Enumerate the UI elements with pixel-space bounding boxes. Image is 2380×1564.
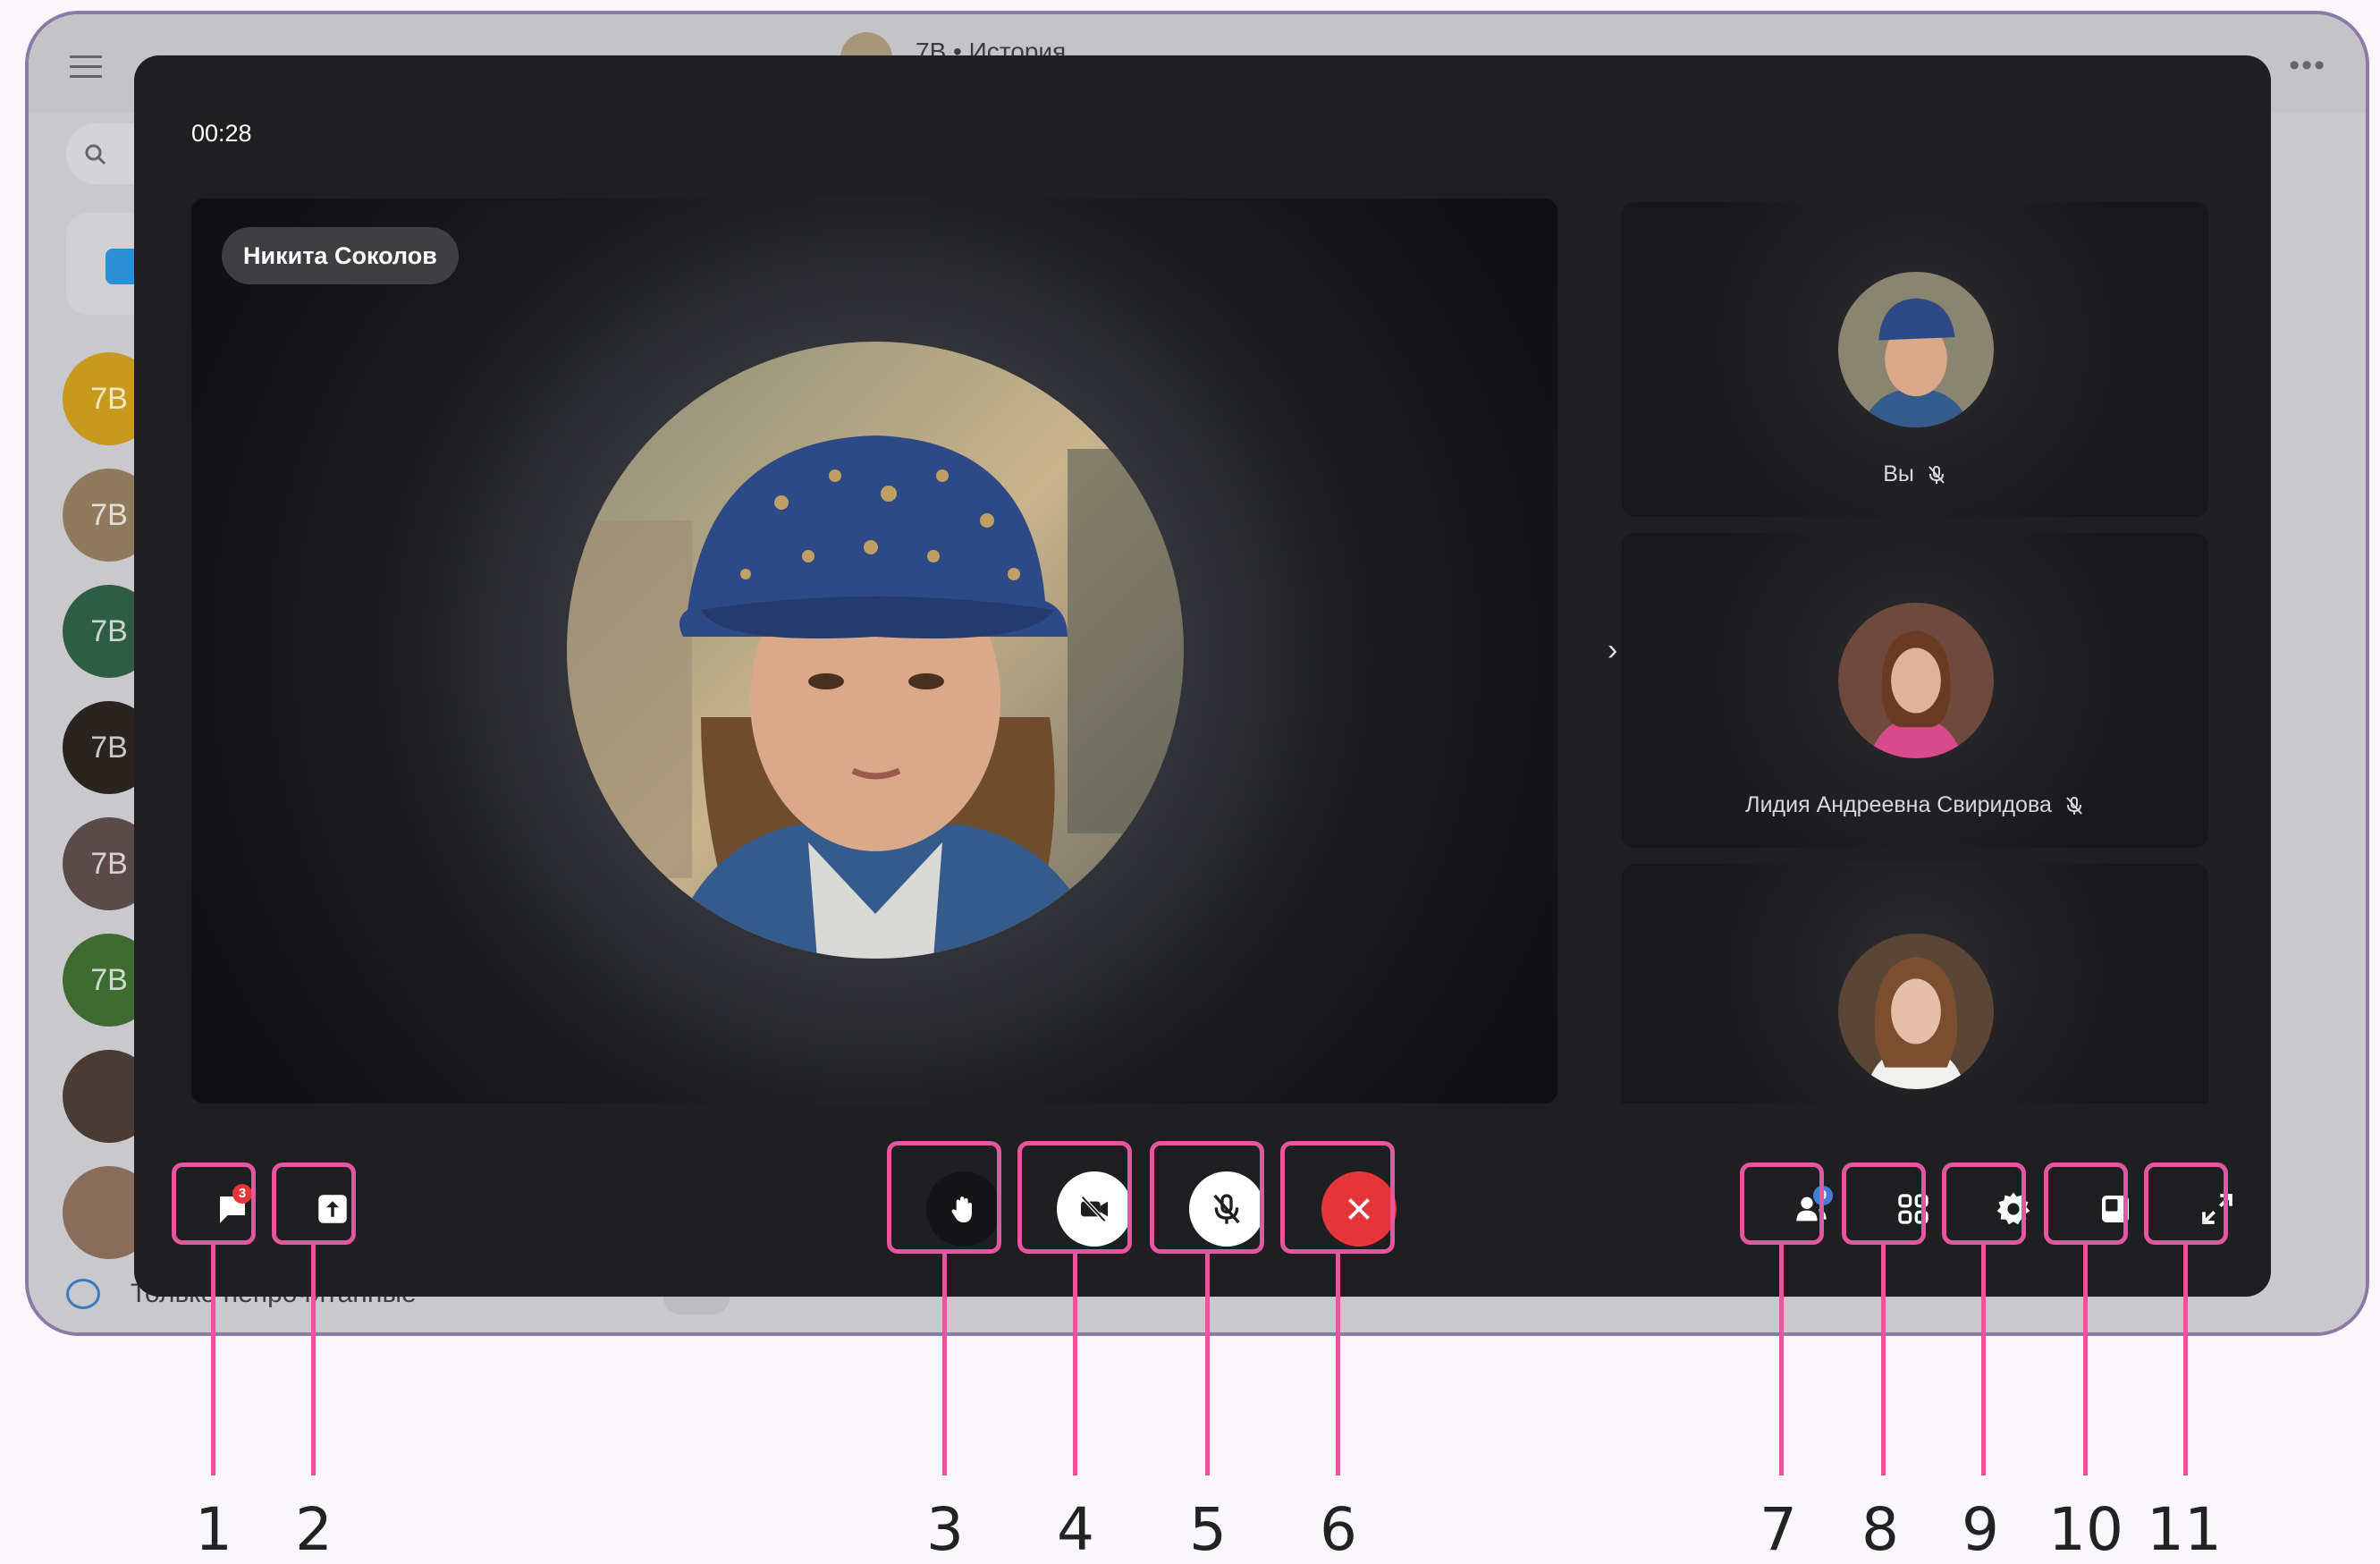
speaker-name-chip: Никита Соколов bbox=[222, 227, 459, 284]
participant-tile[interactable]: Лидия Андреевна Свиридова bbox=[1622, 533, 2208, 848]
callout-leader bbox=[1779, 1245, 1784, 1475]
callout-highlight bbox=[2144, 1162, 2228, 1245]
callout-number: 8 bbox=[1861, 1495, 1899, 1564]
main-speaker-avatar bbox=[567, 342, 1184, 959]
next-page-chevron-icon[interactable]: › bbox=[1608, 633, 1617, 668]
callout-highlight bbox=[1842, 1162, 1926, 1245]
callout-number: 6 bbox=[1320, 1495, 1357, 1564]
video-call-window: 00:28 Никита Соколов › Вы Лидия Андреевн… bbox=[134, 55, 2271, 1297]
callout-number: 3 bbox=[926, 1495, 964, 1564]
participant-avatar bbox=[1838, 934, 1994, 1089]
callout-leader bbox=[1205, 1254, 1210, 1475]
participant-label: Вы bbox=[1622, 461, 2208, 487]
participant-label: Лидия Андреевна Свиридова bbox=[1622, 792, 2208, 818]
callout-number: 4 bbox=[1057, 1495, 1094, 1564]
callout-number: 7 bbox=[1760, 1495, 1797, 1564]
callout-highlight bbox=[2044, 1162, 2128, 1245]
callout-number: 1 bbox=[195, 1495, 232, 1564]
callout-leader bbox=[1881, 1245, 1886, 1475]
callout-leader bbox=[1336, 1254, 1340, 1475]
callout-leader bbox=[211, 1245, 215, 1475]
callout-highlight bbox=[272, 1162, 356, 1245]
callout-number: 10 bbox=[2048, 1495, 2123, 1564]
menu-icon bbox=[70, 55, 102, 78]
callout-leader bbox=[1981, 1245, 1986, 1475]
callout-number: 5 bbox=[1189, 1495, 1227, 1564]
call-timer: 00:28 bbox=[191, 120, 252, 147]
callout-highlight bbox=[1740, 1162, 1824, 1245]
callout-highlight bbox=[1017, 1141, 1132, 1254]
callout-number: 2 bbox=[295, 1495, 333, 1564]
callout-highlight bbox=[887, 1141, 1001, 1254]
chat-filter-icon bbox=[66, 1279, 100, 1309]
callout-highlight bbox=[172, 1162, 256, 1245]
participant-avatar bbox=[1838, 603, 1994, 758]
search-icon bbox=[85, 144, 106, 165]
callout-number: 11 bbox=[2147, 1495, 2222, 1564]
callout-leader bbox=[942, 1254, 947, 1475]
participant-tile[interactable] bbox=[1622, 864, 2208, 1103]
participant-name: Лидия Андреевна Свиридова bbox=[1745, 792, 2052, 817]
participant-avatar bbox=[1838, 272, 1994, 427]
callout-number: 9 bbox=[1962, 1495, 1999, 1564]
callout-leader bbox=[1073, 1254, 1077, 1475]
callout-leader bbox=[2183, 1245, 2188, 1475]
participant-tile[interactable]: Вы bbox=[1622, 202, 2208, 517]
more-icon: ••• bbox=[2289, 48, 2326, 82]
callout-highlight bbox=[1280, 1141, 1395, 1254]
tablet-frame: 7В • История ••• 7В 7В 7В 7В 7В 7В Тольк… bbox=[25, 11, 2369, 1336]
callout-leader bbox=[2083, 1245, 2088, 1475]
main-video-stage: Никита Соколов bbox=[191, 199, 1557, 1103]
participant-name: Вы bbox=[1883, 461, 1914, 486]
callout-highlight bbox=[1942, 1162, 2026, 1245]
callout-highlight bbox=[1150, 1141, 1264, 1254]
mic-muted-icon bbox=[1928, 466, 1945, 485]
mic-muted-icon bbox=[2066, 797, 2082, 816]
callout-leader bbox=[311, 1245, 316, 1475]
